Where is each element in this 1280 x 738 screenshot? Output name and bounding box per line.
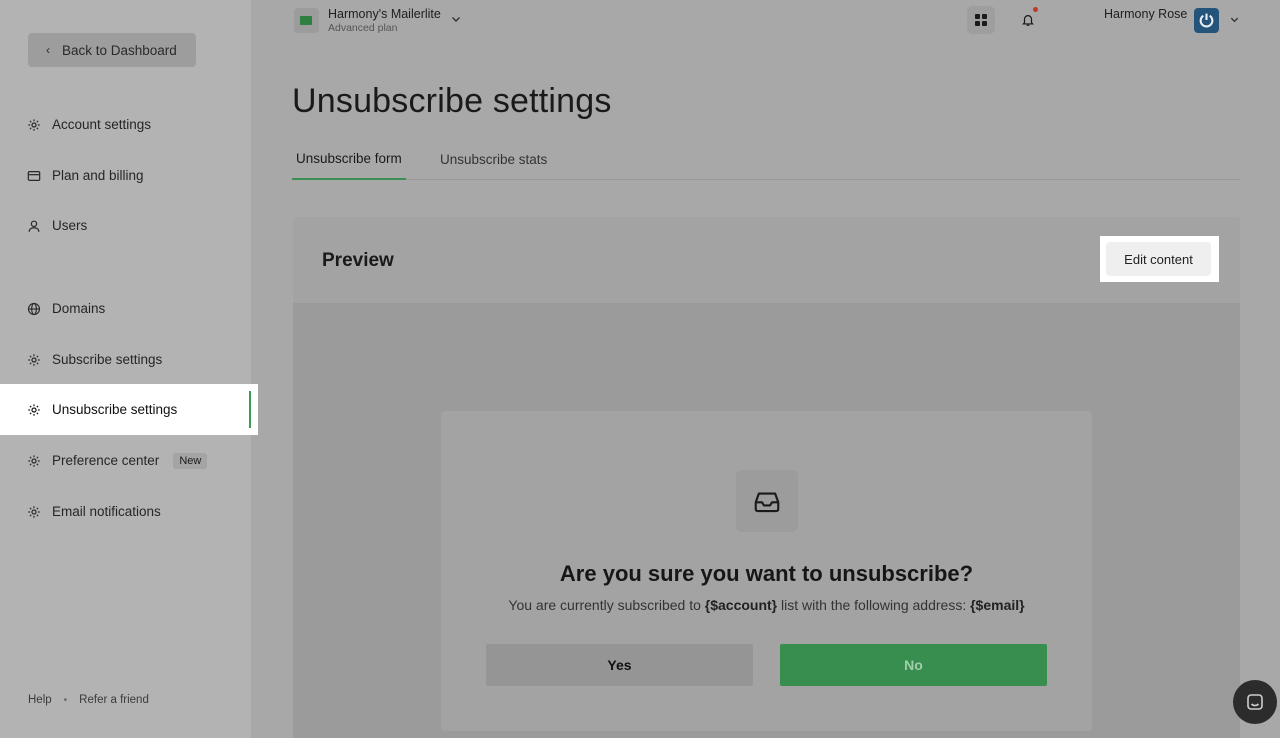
sidebar-item-label: Unsubscribe settings [52,402,178,417]
preview-title: Preview [322,250,394,271]
account-logo[interactable] [294,8,319,33]
chat-support-button[interactable] [1233,680,1277,724]
bell-icon [1022,15,1034,26]
notification-dot [1033,7,1038,12]
no-button[interactable]: No [780,644,1047,686]
sidebar: ‹ Back to Dashboard Account settings Pla… [0,0,258,738]
sidebar-item-label: Plan and billing [52,168,144,183]
sidebar-footer: Help • Refer a friend [28,694,149,706]
gear-icon [27,505,41,519]
user-name[interactable]: Harmony Rose [1104,7,1187,21]
gear-icon [27,403,41,417]
avatar[interactable] [1194,8,1219,33]
chevron-left-icon: ‹ [46,43,50,57]
new-badge: New [173,452,208,469]
gear-icon [27,353,41,367]
account-name[interactable]: Harmony's Mailerlite [328,7,441,21]
chat-icon [1247,694,1263,710]
unsubscribe-question: Are you sure you want to unsubscribe? [559,561,974,586]
sidebar-item-label: Users [52,218,88,233]
description-middle: list with the following address: [777,597,971,613]
chevron-down-icon[interactable] [450,13,462,25]
sidebar-item-label: Subscribe settings [52,352,163,367]
inbox-icon-container [736,470,798,532]
sidebar-item-label: Account settings [52,117,152,132]
separator-dot: • [63,694,68,706]
credit-card-icon [27,169,41,183]
back-to-dashboard-label: Back to Dashboard [62,42,177,58]
back-to-dashboard-button[interactable]: ‹ Back to Dashboard [28,33,196,67]
account-plan: Advanced plan [328,22,398,34]
sidebar-item-users[interactable]: Users [0,200,258,251]
grid-icon [975,14,987,26]
sidebar-item-subscribe-settings[interactable]: Subscribe settings [0,334,258,385]
sidebar-item-label: Domains [52,301,106,316]
globe-icon [27,302,41,316]
sidebar-item-email-notifications[interactable]: Email notifications [0,486,258,537]
tab-label: Unsubscribe form [296,150,402,166]
tab-unsubscribe-form[interactable]: Unsubscribe form [292,138,406,180]
page-title: Unsubscribe settings [292,82,612,120]
chevron-down-icon[interactable] [1229,14,1240,25]
email-placeholder: {$email} [970,597,1025,613]
sidebar-item-domains[interactable]: Domains [0,283,258,334]
yes-button[interactable]: Yes [486,644,753,686]
power-icon [1199,13,1214,28]
edit-content-highlight: Edit content [1100,236,1219,282]
sidebar-item-account-settings[interactable]: Account settings [0,99,258,150]
sidebar-item-preference-center[interactable]: Preference center New [0,435,258,486]
edit-content-button[interactable]: Edit content [1106,242,1211,276]
gear-icon [27,118,41,132]
inbox-icon [754,492,780,513]
account-placeholder: {$account} [704,597,778,613]
tab-unsubscribe-stats[interactable]: Unsubscribe stats [440,138,547,180]
description-prefix: You are currently subscribed to [508,597,705,613]
notifications-button[interactable] [1014,6,1042,34]
unsubscribe-description: You are currently subscribed to {$accoun… [441,597,1092,613]
sidebar-item-plan-and-billing[interactable]: Plan and billing [0,150,258,201]
tab-bar: Unsubscribe form Unsubscribe stats [292,138,1240,180]
sidebar-item-label: Preference center [52,453,160,468]
user-icon [27,219,41,233]
sidebar-item-unsubscribe-settings[interactable]: Unsubscribe settings [0,384,258,435]
help-link[interactable]: Help [28,694,52,706]
gear-icon [27,454,41,468]
preview-header: Preview [293,217,1240,303]
top-bar: Harmony's Mailerlite Advanced plan Harmo… [251,0,1280,44]
sidebar-item-label: Email notifications [52,504,161,519]
refer-a-friend-link[interactable]: Refer a friend [79,694,149,706]
tab-label: Unsubscribe stats [440,151,548,167]
apps-grid-button[interactable] [967,6,995,34]
